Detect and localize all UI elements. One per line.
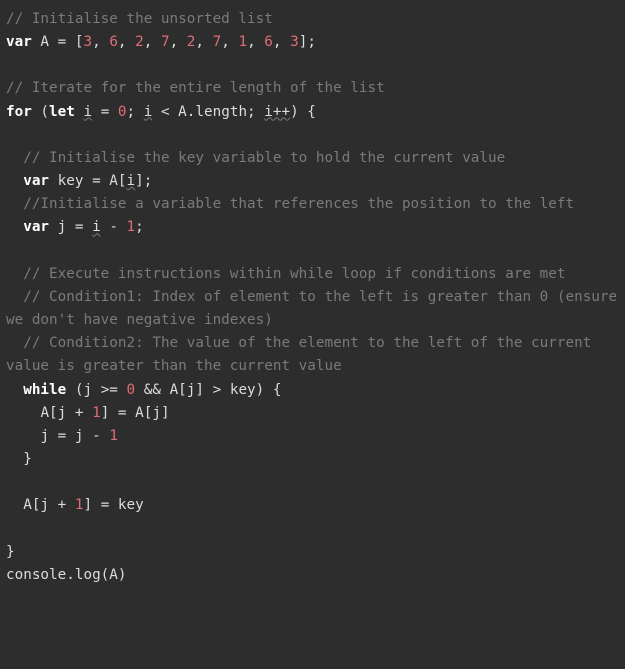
code-token: A[j bbox=[6, 405, 75, 421]
code-token: 0 bbox=[127, 382, 136, 398]
code-token: = bbox=[118, 405, 127, 421]
code-token bbox=[135, 382, 144, 398]
code-token bbox=[6, 150, 23, 166]
code-token: 0 bbox=[118, 104, 127, 120]
code-token: // Initialise the key variable to hold t… bbox=[23, 150, 505, 166]
code-token: , bbox=[118, 34, 135, 50]
code-token bbox=[6, 289, 23, 305]
code-token: , bbox=[195, 34, 212, 50]
code-token bbox=[6, 382, 23, 398]
code-token: ]; bbox=[299, 34, 316, 50]
code-block: // Initialise the unsorted list var A = … bbox=[0, 0, 625, 595]
code-token: ; bbox=[135, 219, 144, 235]
code-token: var bbox=[6, 34, 32, 50]
code-token bbox=[83, 405, 92, 421]
code-token: ] bbox=[101, 405, 118, 421]
code-token: let bbox=[49, 104, 75, 120]
code-token bbox=[109, 104, 118, 120]
code-token bbox=[6, 196, 23, 212]
code-token: key bbox=[109, 497, 143, 513]
code-content: // Initialise the unsorted list var A = … bbox=[6, 11, 625, 583]
code-token bbox=[92, 104, 101, 120]
code-token: j bbox=[6, 428, 58, 444]
code-token: ; bbox=[127, 104, 144, 120]
code-token bbox=[152, 104, 161, 120]
code-token: && bbox=[144, 382, 161, 398]
code-token: // Iterate for the entire length of the … bbox=[6, 80, 385, 96]
code-token: > bbox=[213, 382, 222, 398]
code-token: // Execute instructions within while loo… bbox=[23, 266, 565, 282]
code-token: ]; bbox=[135, 173, 152, 189]
code-token bbox=[66, 497, 75, 513]
code-token: i bbox=[127, 173, 136, 189]
code-token: 3 bbox=[290, 34, 299, 50]
code-token: , bbox=[247, 34, 264, 50]
code-token: 1 bbox=[92, 405, 101, 421]
code-token: = bbox=[58, 34, 67, 50]
code-token: + bbox=[58, 497, 67, 513]
code-token: , bbox=[273, 34, 290, 50]
code-token: = bbox=[58, 428, 67, 444]
code-token: console.log(A) bbox=[6, 567, 127, 583]
code-token: for bbox=[6, 104, 32, 120]
code-token: } bbox=[6, 451, 32, 467]
code-token: ] bbox=[83, 497, 100, 513]
code-token: var bbox=[23, 219, 49, 235]
code-token: A.length; bbox=[170, 104, 265, 120]
code-token: 2 bbox=[135, 34, 144, 50]
code-token bbox=[6, 335, 23, 351]
code-token: 6 bbox=[109, 34, 118, 50]
code-token: 7 bbox=[161, 34, 170, 50]
code-token: < bbox=[161, 104, 170, 120]
code-token: 6 bbox=[264, 34, 273, 50]
code-token: 7 bbox=[213, 34, 222, 50]
code-token: 3 bbox=[83, 34, 92, 50]
code-token: >= bbox=[101, 382, 118, 398]
code-token bbox=[83, 219, 92, 235]
code-token: i bbox=[83, 104, 92, 120]
code-token: , bbox=[170, 34, 187, 50]
code-token: // Condition2: The value of the element … bbox=[6, 335, 600, 374]
code-token: (j bbox=[66, 382, 100, 398]
code-token: var bbox=[23, 173, 49, 189]
code-token: j bbox=[49, 219, 75, 235]
code-token bbox=[118, 382, 127, 398]
code-token bbox=[6, 266, 23, 282]
code-token: A[ bbox=[101, 173, 127, 189]
code-token bbox=[6, 219, 23, 235]
code-token: // Initialise the unsorted list bbox=[6, 11, 273, 27]
code-token: - bbox=[92, 428, 101, 444]
code-token: 1 bbox=[127, 219, 136, 235]
code-token: 1 bbox=[238, 34, 247, 50]
code-token: = bbox=[92, 173, 101, 189]
code-token: A bbox=[32, 34, 58, 50]
code-token: A[j bbox=[6, 497, 58, 513]
code-token: A[j] bbox=[127, 405, 170, 421]
code-token: , bbox=[144, 34, 161, 50]
code-token: , bbox=[221, 34, 238, 50]
code-token bbox=[6, 173, 23, 189]
code-token: [ bbox=[66, 34, 83, 50]
code-token: A[j] bbox=[161, 382, 213, 398]
code-token: i bbox=[92, 219, 101, 235]
code-token: j bbox=[66, 428, 92, 444]
code-token: while bbox=[23, 382, 66, 398]
code-token: ) { bbox=[290, 104, 316, 120]
code-token: - bbox=[109, 219, 118, 235]
code-token: 1 bbox=[109, 428, 118, 444]
code-token: //Initialise a variable that references … bbox=[23, 196, 574, 212]
code-token: } bbox=[6, 544, 15, 560]
code-token: key bbox=[49, 173, 92, 189]
code-token: key) { bbox=[221, 382, 281, 398]
code-token: // Condition1: Index of element to the l… bbox=[6, 289, 625, 328]
code-token: , bbox=[92, 34, 109, 50]
code-token: ( bbox=[32, 104, 49, 120]
code-token bbox=[118, 219, 127, 235]
code-token: i++ bbox=[264, 104, 290, 120]
